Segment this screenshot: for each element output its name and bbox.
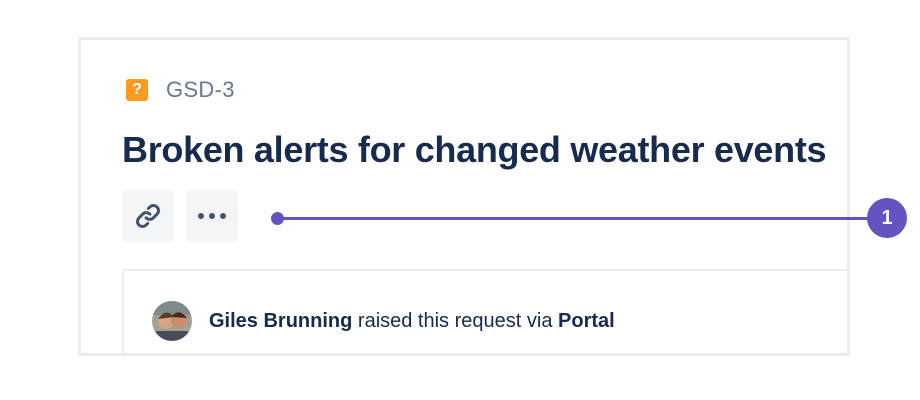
callout-badge: 1 — [867, 198, 907, 238]
activity-middle-text: raised this request via — [357, 309, 553, 332]
author-name[interactable]: Giles Brunning — [209, 310, 352, 332]
issue-key-row: ? GSD-3 — [126, 77, 235, 103]
link-icon — [136, 204, 160, 228]
activity-text: Giles Brunning raised this request via P… — [209, 310, 615, 333]
link-button[interactable] — [122, 190, 174, 242]
issue-actions — [122, 190, 238, 242]
callout-dot — [271, 212, 284, 225]
question-icon: ? — [126, 79, 148, 101]
stage: ? GSD-3 Broken alerts for changed weathe… — [0, 0, 920, 400]
activity-panel: Giles Brunning raised this request via P… — [122, 269, 847, 353]
channel-name: Portal — [558, 309, 615, 332]
more-button[interactable] — [186, 190, 238, 242]
callout-line — [277, 217, 872, 220]
activity-row: Giles Brunning raised this request via P… — [152, 301, 615, 341]
issue-key[interactable]: GSD-3 — [166, 77, 235, 103]
avatar[interactable] — [152, 301, 192, 341]
issue-title: Broken alerts for changed weather events — [122, 129, 827, 170]
more-icon — [198, 213, 226, 219]
issue-card: ? GSD-3 Broken alerts for changed weathe… — [78, 37, 850, 356]
